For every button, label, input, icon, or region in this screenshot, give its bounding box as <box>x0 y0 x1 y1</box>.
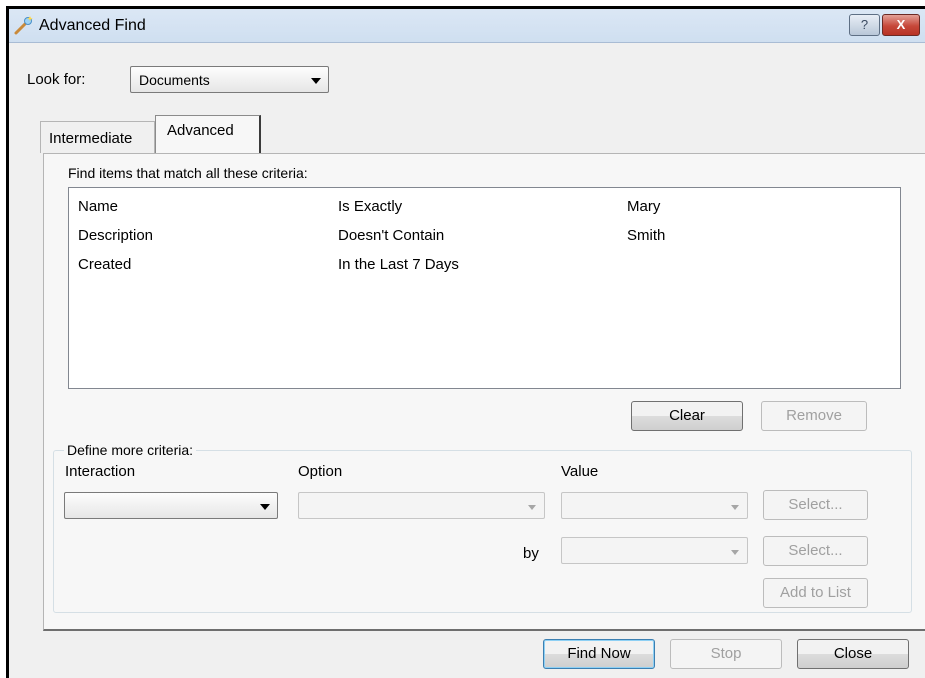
criteria-field: Description <box>78 227 154 244</box>
clear-button[interactable]: Clear <box>631 401 743 431</box>
criteria-condition: In the Last 7 Days <box>338 256 459 273</box>
define-criteria-title: Define more criteria: <box>64 442 197 458</box>
criteria-heading: Find items that match all these criteria… <box>68 165 308 181</box>
criteria-field: Created <box>78 256 132 273</box>
chevron-down-icon <box>260 504 270 510</box>
help-button[interactable]: ? <box>849 14 880 36</box>
look-for-value: Documents <box>139 72 210 88</box>
criteria-list[interactable]: Name Is Exactly Mary Description Doesn't… <box>68 187 901 389</box>
criteria-row[interactable]: Created In the Last 7 Days <box>69 256 900 278</box>
value-label: Value <box>561 463 599 480</box>
by-label: by <box>523 545 539 562</box>
window-close-button[interactable]: X <box>882 14 920 36</box>
criteria-field: Name <box>78 198 119 215</box>
add-to-list-button[interactable]: Add to List <box>763 578 868 608</box>
interaction-dropdown[interactable] <box>64 492 278 519</box>
criteria-condition: Doesn't Contain <box>338 227 445 244</box>
chevron-down-icon <box>311 78 321 84</box>
criteria-row[interactable]: Description Doesn't Contain Smith <box>69 227 900 249</box>
window-title: Advanced Find <box>39 17 146 34</box>
option-dropdown[interactable] <box>298 492 545 519</box>
chevron-down-icon <box>731 505 739 510</box>
chevron-down-icon <box>528 505 536 510</box>
by-dropdown[interactable] <box>561 537 748 564</box>
advanced-find-window: Advanced Find ? X Look for: Documents In… <box>6 6 925 678</box>
look-for-label: Look for: <box>27 71 86 88</box>
remove-button[interactable]: Remove <box>761 401 867 431</box>
magic-wand-icon <box>14 16 33 35</box>
close-button[interactable]: Close <box>797 639 909 669</box>
select-button[interactable]: Select... <box>763 490 868 520</box>
find-now-button[interactable]: Find Now <box>543 639 655 669</box>
title-bar[interactable]: Advanced Find ? X <box>9 9 925 43</box>
by-select-button[interactable]: Select... <box>763 536 868 566</box>
criteria-value: Mary <box>627 198 661 215</box>
stop-button[interactable]: Stop <box>670 639 782 669</box>
interaction-label: Interaction <box>65 463 136 480</box>
option-label: Option <box>298 463 343 480</box>
value-dropdown[interactable] <box>561 492 748 519</box>
tab-advanced[interactable]: Advanced <box>155 115 261 155</box>
criteria-value: Smith <box>627 227 666 244</box>
criteria-row[interactable]: Name Is Exactly Mary <box>69 198 900 220</box>
chevron-down-icon <box>731 550 739 555</box>
criteria-condition: Is Exactly <box>338 198 403 215</box>
tab-intermediate[interactable]: Intermediate <box>40 121 155 153</box>
look-for-dropdown[interactable]: Documents <box>130 66 329 93</box>
